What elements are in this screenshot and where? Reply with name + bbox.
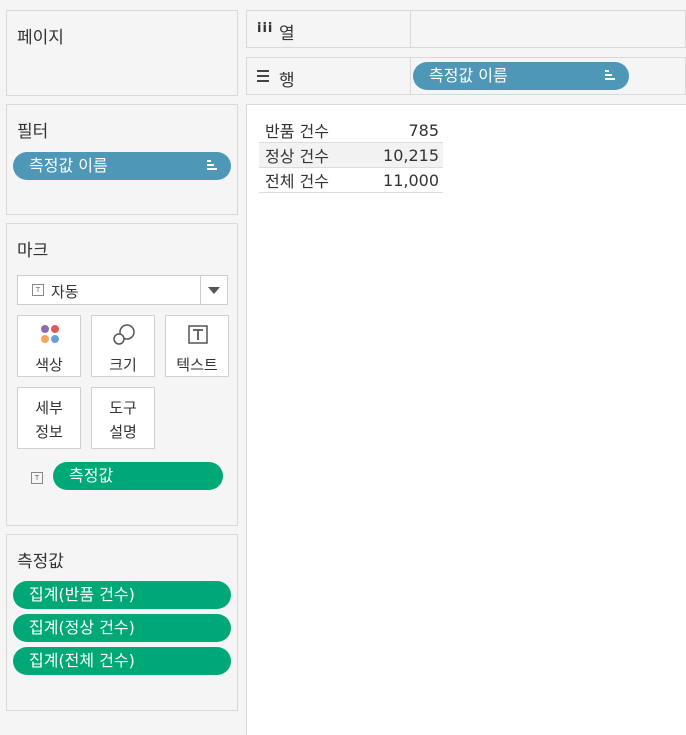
mark-type-dropdown[interactable]: T 자동: [17, 275, 228, 305]
shelf-divider: [410, 11, 411, 47]
measure-pill[interactable]: 집계(반품 건수): [13, 581, 231, 609]
row-header: 전체 건수: [259, 167, 369, 193]
tooltip-button[interactable]: 도구 설명: [91, 387, 155, 449]
measure-pill[interactable]: 집계(전체 건수): [13, 647, 231, 675]
measure-pill-label: 집계(정상 건수): [29, 618, 135, 637]
table-row[interactable]: 정상 건수 10,215: [259, 142, 443, 168]
rows-label: 행: [279, 71, 295, 91]
rows-shelf[interactable]: 행 측정값 이름: [246, 57, 686, 95]
text-button[interactable]: 텍스트: [165, 315, 229, 377]
size-label: 크기: [109, 356, 137, 374]
color-label: 색상: [35, 356, 63, 374]
sort-icon: [605, 70, 615, 82]
filters-card: 필터 측정값 이름: [6, 104, 238, 215]
color-icon: [41, 325, 59, 343]
chevron-down-icon[interactable]: [208, 287, 220, 294]
measure-pill-label: 집계(전체 건수): [29, 651, 135, 670]
filter-pill-measure-names[interactable]: 측정값 이름: [13, 152, 231, 180]
view-canvas: 반품 건수 785 정상 건수 10,215 전체 건수 11,000: [246, 104, 686, 735]
crosstab-table: 반품 건수 785 정상 건수 10,215 전체 건수 11,000: [259, 118, 443, 193]
color-button[interactable]: 색상: [17, 315, 81, 377]
sort-icon: [207, 160, 217, 172]
rows-icon: [257, 70, 269, 82]
row-value: 11,000: [369, 167, 443, 193]
size-button[interactable]: 크기: [91, 315, 155, 377]
measure-pill[interactable]: 집계(정상 건수): [13, 614, 231, 642]
rows-pill-measure-names[interactable]: 측정값 이름: [413, 62, 629, 90]
measure-values-title: 측정값: [17, 552, 64, 572]
mark-type-value: 자동: [51, 283, 79, 301]
columns-shelf[interactable]: iii 열: [246, 10, 686, 48]
filter-pill-label: 측정값 이름: [29, 156, 108, 175]
shelf-divider: [410, 58, 411, 94]
row-header: 정상 건수: [259, 142, 369, 168]
table-row[interactable]: 반품 건수 785: [259, 118, 443, 143]
pages-card: 페이지: [6, 10, 238, 96]
measure-pill-label: 집계(반품 건수): [29, 585, 135, 604]
marks-text-pill-label: 측정값: [69, 466, 114, 485]
detail-button[interactable]: 세부 정보: [17, 387, 81, 449]
detail-label: 세부 정보: [35, 399, 63, 441]
text-icon: [188, 325, 208, 344]
marks-title: 마크: [17, 241, 49, 261]
rows-pill-label: 측정값 이름: [429, 66, 508, 85]
columns-label: 열: [279, 24, 295, 44]
size-icon: [113, 324, 135, 345]
columns-icon: iii: [257, 21, 274, 36]
row-value: 10,215: [369, 142, 443, 168]
filters-title: 필터: [17, 122, 49, 142]
table-row[interactable]: 전체 건수 11,000: [259, 167, 443, 193]
marks-text-pill[interactable]: 측정값: [53, 462, 223, 490]
row-header: 반품 건수: [259, 118, 369, 143]
pages-title: 페이지: [17, 28, 64, 48]
marks-card: 마크 T 자동 색상 크기 텍스트 세부 정보 도구 설명 T 측정값: [6, 223, 238, 526]
text-label: 텍스트: [176, 356, 218, 374]
row-value: 785: [369, 118, 443, 143]
tooltip-label: 도구 설명: [109, 399, 137, 441]
measure-values-card: 측정값 집계(반품 건수) 집계(정상 건수) 집계(전체 건수): [6, 534, 238, 711]
text-mark-icon: T: [31, 472, 43, 484]
text-mark-icon: T: [32, 284, 44, 296]
dropdown-divider: [200, 276, 201, 304]
